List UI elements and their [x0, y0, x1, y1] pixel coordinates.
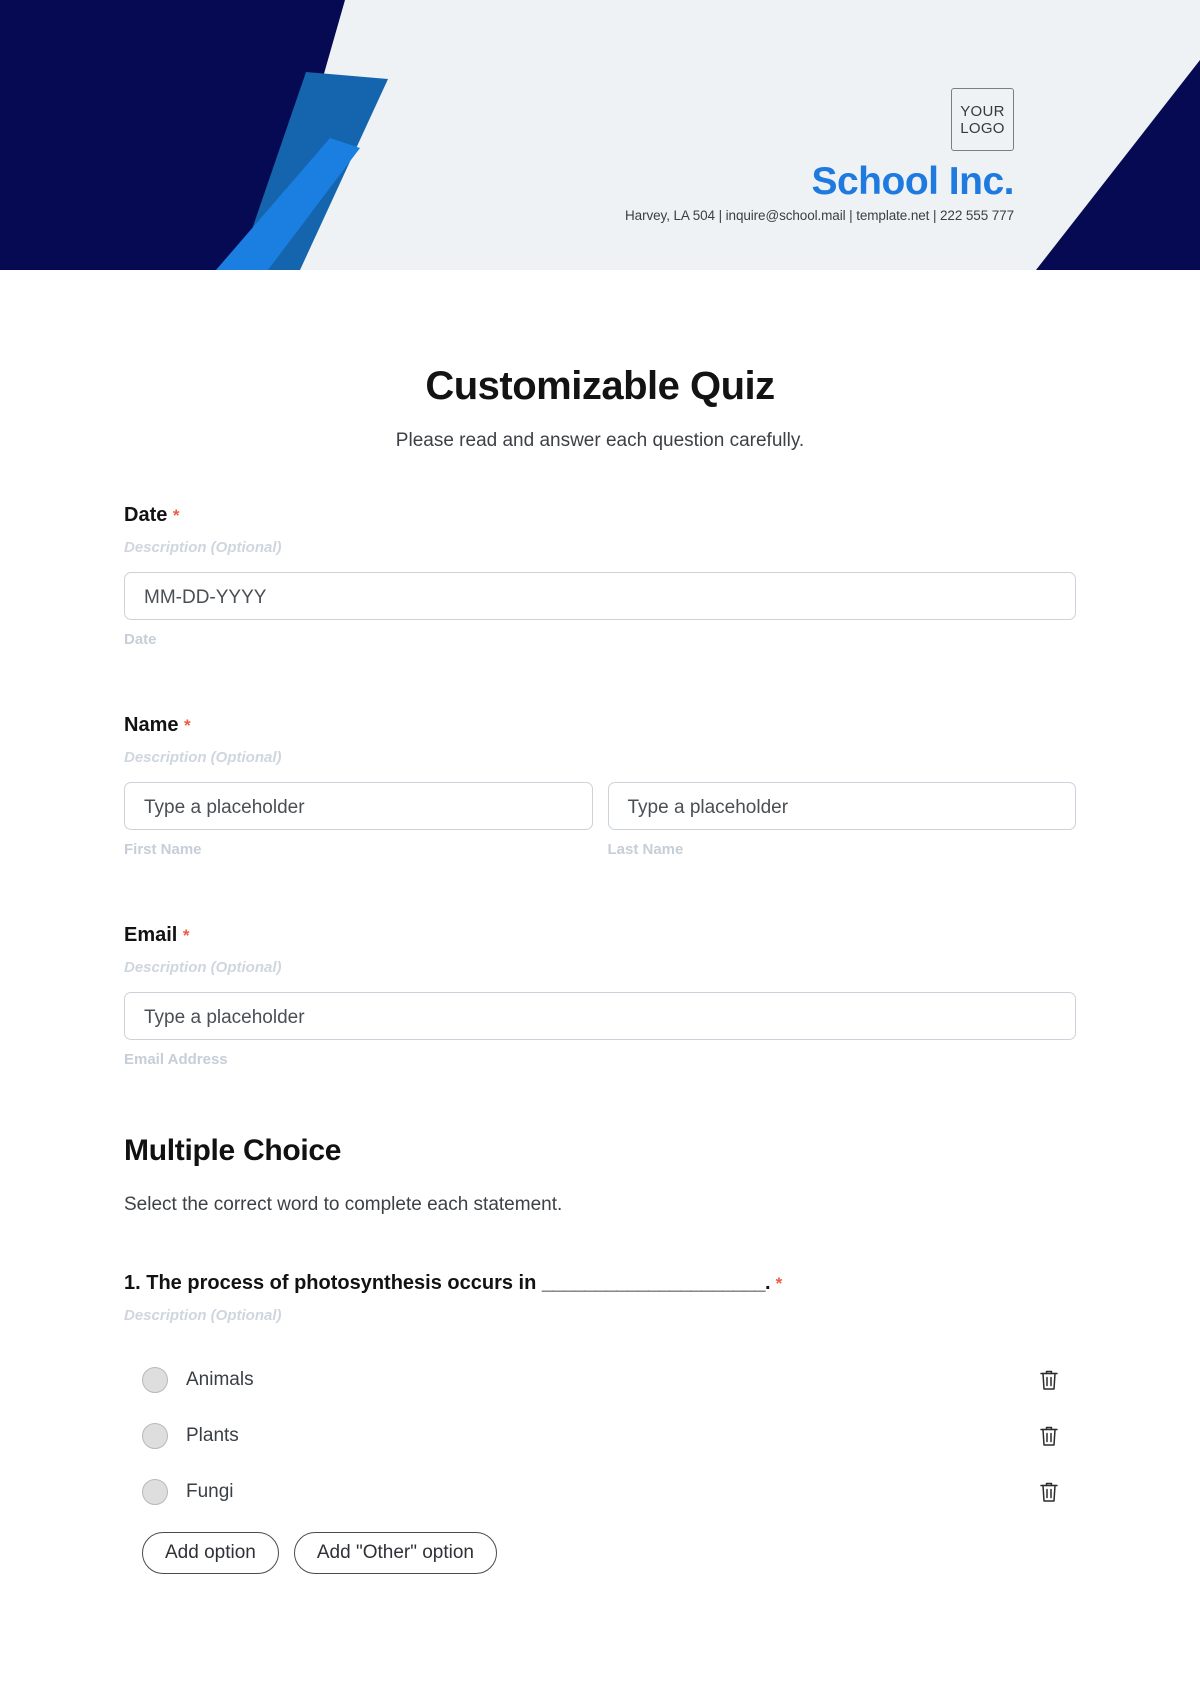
question-1-description: Description (Optional) — [124, 1307, 282, 1324]
first-name-input[interactable]: Type a placeholder — [124, 782, 593, 830]
logo-line-2: LOGO — [960, 119, 1005, 137]
field-name-description: Description (Optional) — [124, 749, 282, 766]
add-other-option-button[interactable]: Add "Other" option — [293, 1532, 497, 1574]
name-input-row: Type a placeholder Type a placeholder — [124, 782, 1076, 830]
brand-contact-line: Harvey, LA 504 | inquire@school.mail | t… — [625, 208, 1014, 223]
trash-icon[interactable] — [1038, 1368, 1060, 1392]
date-input-placeholder: MM-DD-YYYY — [144, 587, 267, 608]
add-option-button[interactable]: Add option — [142, 1532, 279, 1574]
option-row[interactable]: Plants — [124, 1408, 1076, 1464]
field-date-description: Description (Optional) — [124, 539, 282, 556]
name-sublabel-row: First Name Last Name — [124, 830, 1076, 860]
question-1-blank: _____________________. — [541, 1272, 771, 1294]
field-email-description: Description (Optional) — [124, 959, 282, 976]
field-name-label: Name * — [124, 712, 1076, 739]
question-1-options: Animals Plants Fungi — [124, 1352, 1076, 1520]
date-input[interactable]: MM-DD-YYYY — [124, 572, 1076, 620]
brand-block: YOUR LOGO School Inc. Harvey, LA 504 | i… — [374, 88, 1015, 224]
radio-button-icon[interactable] — [142, 1423, 168, 1449]
email-input-placeholder: Type a placeholder — [144, 1007, 305, 1028]
option-label: Plants — [186, 1425, 239, 1446]
question-1: 1. The process of photosynthesis occurs … — [124, 1270, 1076, 1574]
required-asterisk: * — [184, 716, 191, 735]
email-input-sublabel: Email Address — [124, 1051, 228, 1068]
form-sheet: Customizable Quiz Please read and answer… — [0, 362, 1200, 1574]
section-multiple-choice: Multiple Choice Select the correct word … — [124, 1132, 1076, 1574]
field-date-label: Date * — [124, 502, 1076, 529]
radio-button-icon[interactable] — [142, 1367, 168, 1393]
section-subtitle: Select the correct word to complete each… — [124, 1194, 563, 1215]
field-email: Email * Description (Optional) Type a pl… — [124, 922, 1076, 1070]
required-asterisk: * — [775, 1274, 783, 1293]
field-name: Name * Description (Optional) Type a pla… — [124, 712, 1076, 860]
section-title: Multiple Choice — [124, 1134, 342, 1167]
page-title: Customizable Quiz — [425, 364, 775, 408]
field-email-label-text: Email — [124, 924, 178, 946]
field-date-label-text: Date — [124, 504, 168, 526]
option-row[interactable]: Animals — [124, 1352, 1076, 1408]
last-name-input[interactable]: Type a placeholder — [607, 782, 1076, 830]
required-asterisk: * — [182, 926, 190, 945]
field-date: Date * Description (Optional) MM-DD-YYYY… — [124, 502, 1076, 650]
radio-button-icon[interactable] — [142, 1479, 168, 1505]
logo-line-1: YOUR — [960, 102, 1005, 120]
field-name-label-text: Name — [124, 714, 179, 736]
logo-placeholder: YOUR LOGO — [951, 88, 1014, 151]
question-1-number: 1. — [124, 1272, 141, 1294]
form-content: Date * Description (Optional) MM-DD-YYYY… — [0, 502, 1200, 1574]
question-1-statement: The process of photosynthesis occurs in — [146, 1272, 537, 1294]
last-name-placeholder: Type a placeholder — [627, 797, 789, 818]
required-asterisk: * — [172, 506, 180, 525]
field-email-label: Email * — [124, 922, 1076, 949]
trash-icon[interactable] — [1038, 1424, 1060, 1448]
first-name-placeholder: Type a placeholder — [144, 797, 305, 818]
page-subtitle: Please read and answer each question car… — [395, 430, 805, 451]
last-name-sublabel: Last Name — [607, 841, 684, 858]
brand-name: School Inc. — [811, 160, 1014, 203]
question-1-text: 1. The process of photosynthesis occurs … — [124, 1270, 1076, 1297]
option-label: Fungi — [186, 1481, 234, 1502]
option-label: Animals — [186, 1369, 254, 1390]
date-input-sublabel: Date — [124, 631, 157, 648]
email-input[interactable]: Type a placeholder — [124, 992, 1076, 1040]
option-row[interactable]: Fungi — [124, 1464, 1076, 1520]
option-buttons-row: Add option Add "Other" option — [124, 1532, 1076, 1574]
page-header: YOUR LOGO School Inc. Harvey, LA 504 | i… — [0, 0, 1200, 270]
trash-icon[interactable] — [1038, 1480, 1060, 1504]
first-name-sublabel: First Name — [124, 841, 202, 858]
